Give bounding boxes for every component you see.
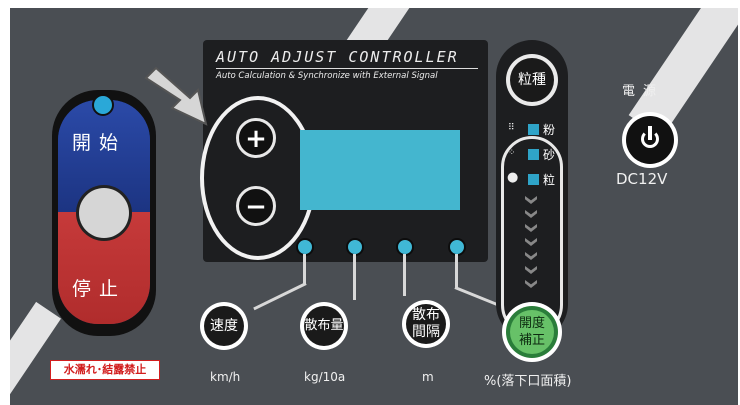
powder-indicator (528, 124, 539, 135)
spread-interval-label-line1: 散布 (412, 307, 440, 323)
connector-line (455, 254, 458, 288)
grain-option-powder-label: 粉 (543, 123, 556, 137)
spread-interval-label-line2: 間隔 (412, 324, 440, 340)
start-stop-switch[interactable]: 開始 停止 (58, 100, 150, 324)
aperture-label-line2: 補正 (518, 333, 545, 348)
voltage-label: DC12V (616, 170, 668, 188)
grain-option-sand-label: 砂 (543, 148, 556, 162)
aperture-correction-button[interactable]: 開度 補正 (502, 302, 562, 362)
speed-unit: km/h (210, 370, 241, 384)
power-label: 電源 (622, 84, 665, 99)
granule-icon: ● (507, 170, 519, 185)
connector-line (353, 254, 356, 300)
spread-interval-button-label: 散布 間隔 (406, 304, 446, 344)
aperture-label-line1: 開度 (518, 316, 545, 331)
speed-button-label: 速度 (204, 306, 244, 346)
power-button[interactable] (622, 112, 678, 168)
spread-interval-unit: m (422, 370, 434, 384)
lcd-display (300, 130, 460, 210)
aperture-unit: %(落下口面積) (484, 374, 572, 389)
speed-button[interactable]: 速度 (200, 302, 248, 350)
spread-amount-button-label: 散布量 (304, 306, 344, 346)
status-indicator-light (92, 94, 114, 116)
grain-type-button-label: 粒種 (510, 58, 554, 102)
start-label: 開始 (72, 132, 127, 154)
aperture-button-rim: 開度 補正 (506, 306, 558, 358)
spread-amount-unit: kg/10a (304, 370, 346, 384)
grain-option-granule-label: 粒 (543, 173, 556, 187)
pointer-arrow-icon (144, 66, 208, 126)
sand-icon: ⁘ (508, 148, 516, 158)
stop-label: 停止 (72, 278, 127, 300)
rocker-knob[interactable] (79, 188, 129, 238)
connector-line (303, 254, 306, 284)
aperture-button-label: 開度 補正 (510, 310, 554, 354)
grain-type-button[interactable]: 粒種 (506, 54, 558, 106)
title-underline (216, 68, 478, 69)
spread-interval-button[interactable]: 散布 間隔 (402, 300, 450, 348)
power-icon (626, 116, 674, 164)
sand-indicator (528, 149, 539, 160)
spread-amount-button[interactable]: 散布量 (300, 302, 348, 350)
panel-subtitle: Auto Calculation & Synchronize with Exte… (216, 71, 438, 81)
minus-button[interactable]: − (236, 186, 276, 226)
plus-button[interactable]: + (236, 118, 276, 158)
warning-label: 水濡れ･結露禁止 (50, 360, 160, 380)
connector-line (403, 254, 406, 296)
granule-indicator (528, 174, 539, 185)
panel-title: AUTO ADJUST CONTROLLER (216, 48, 459, 66)
fine-powder-icon: ⠿ (508, 123, 515, 133)
controller-panel-photo: 開始 停止 水濡れ･結露禁止 AUTO ADJUST CONTROLLER Au… (0, 0, 740, 405)
